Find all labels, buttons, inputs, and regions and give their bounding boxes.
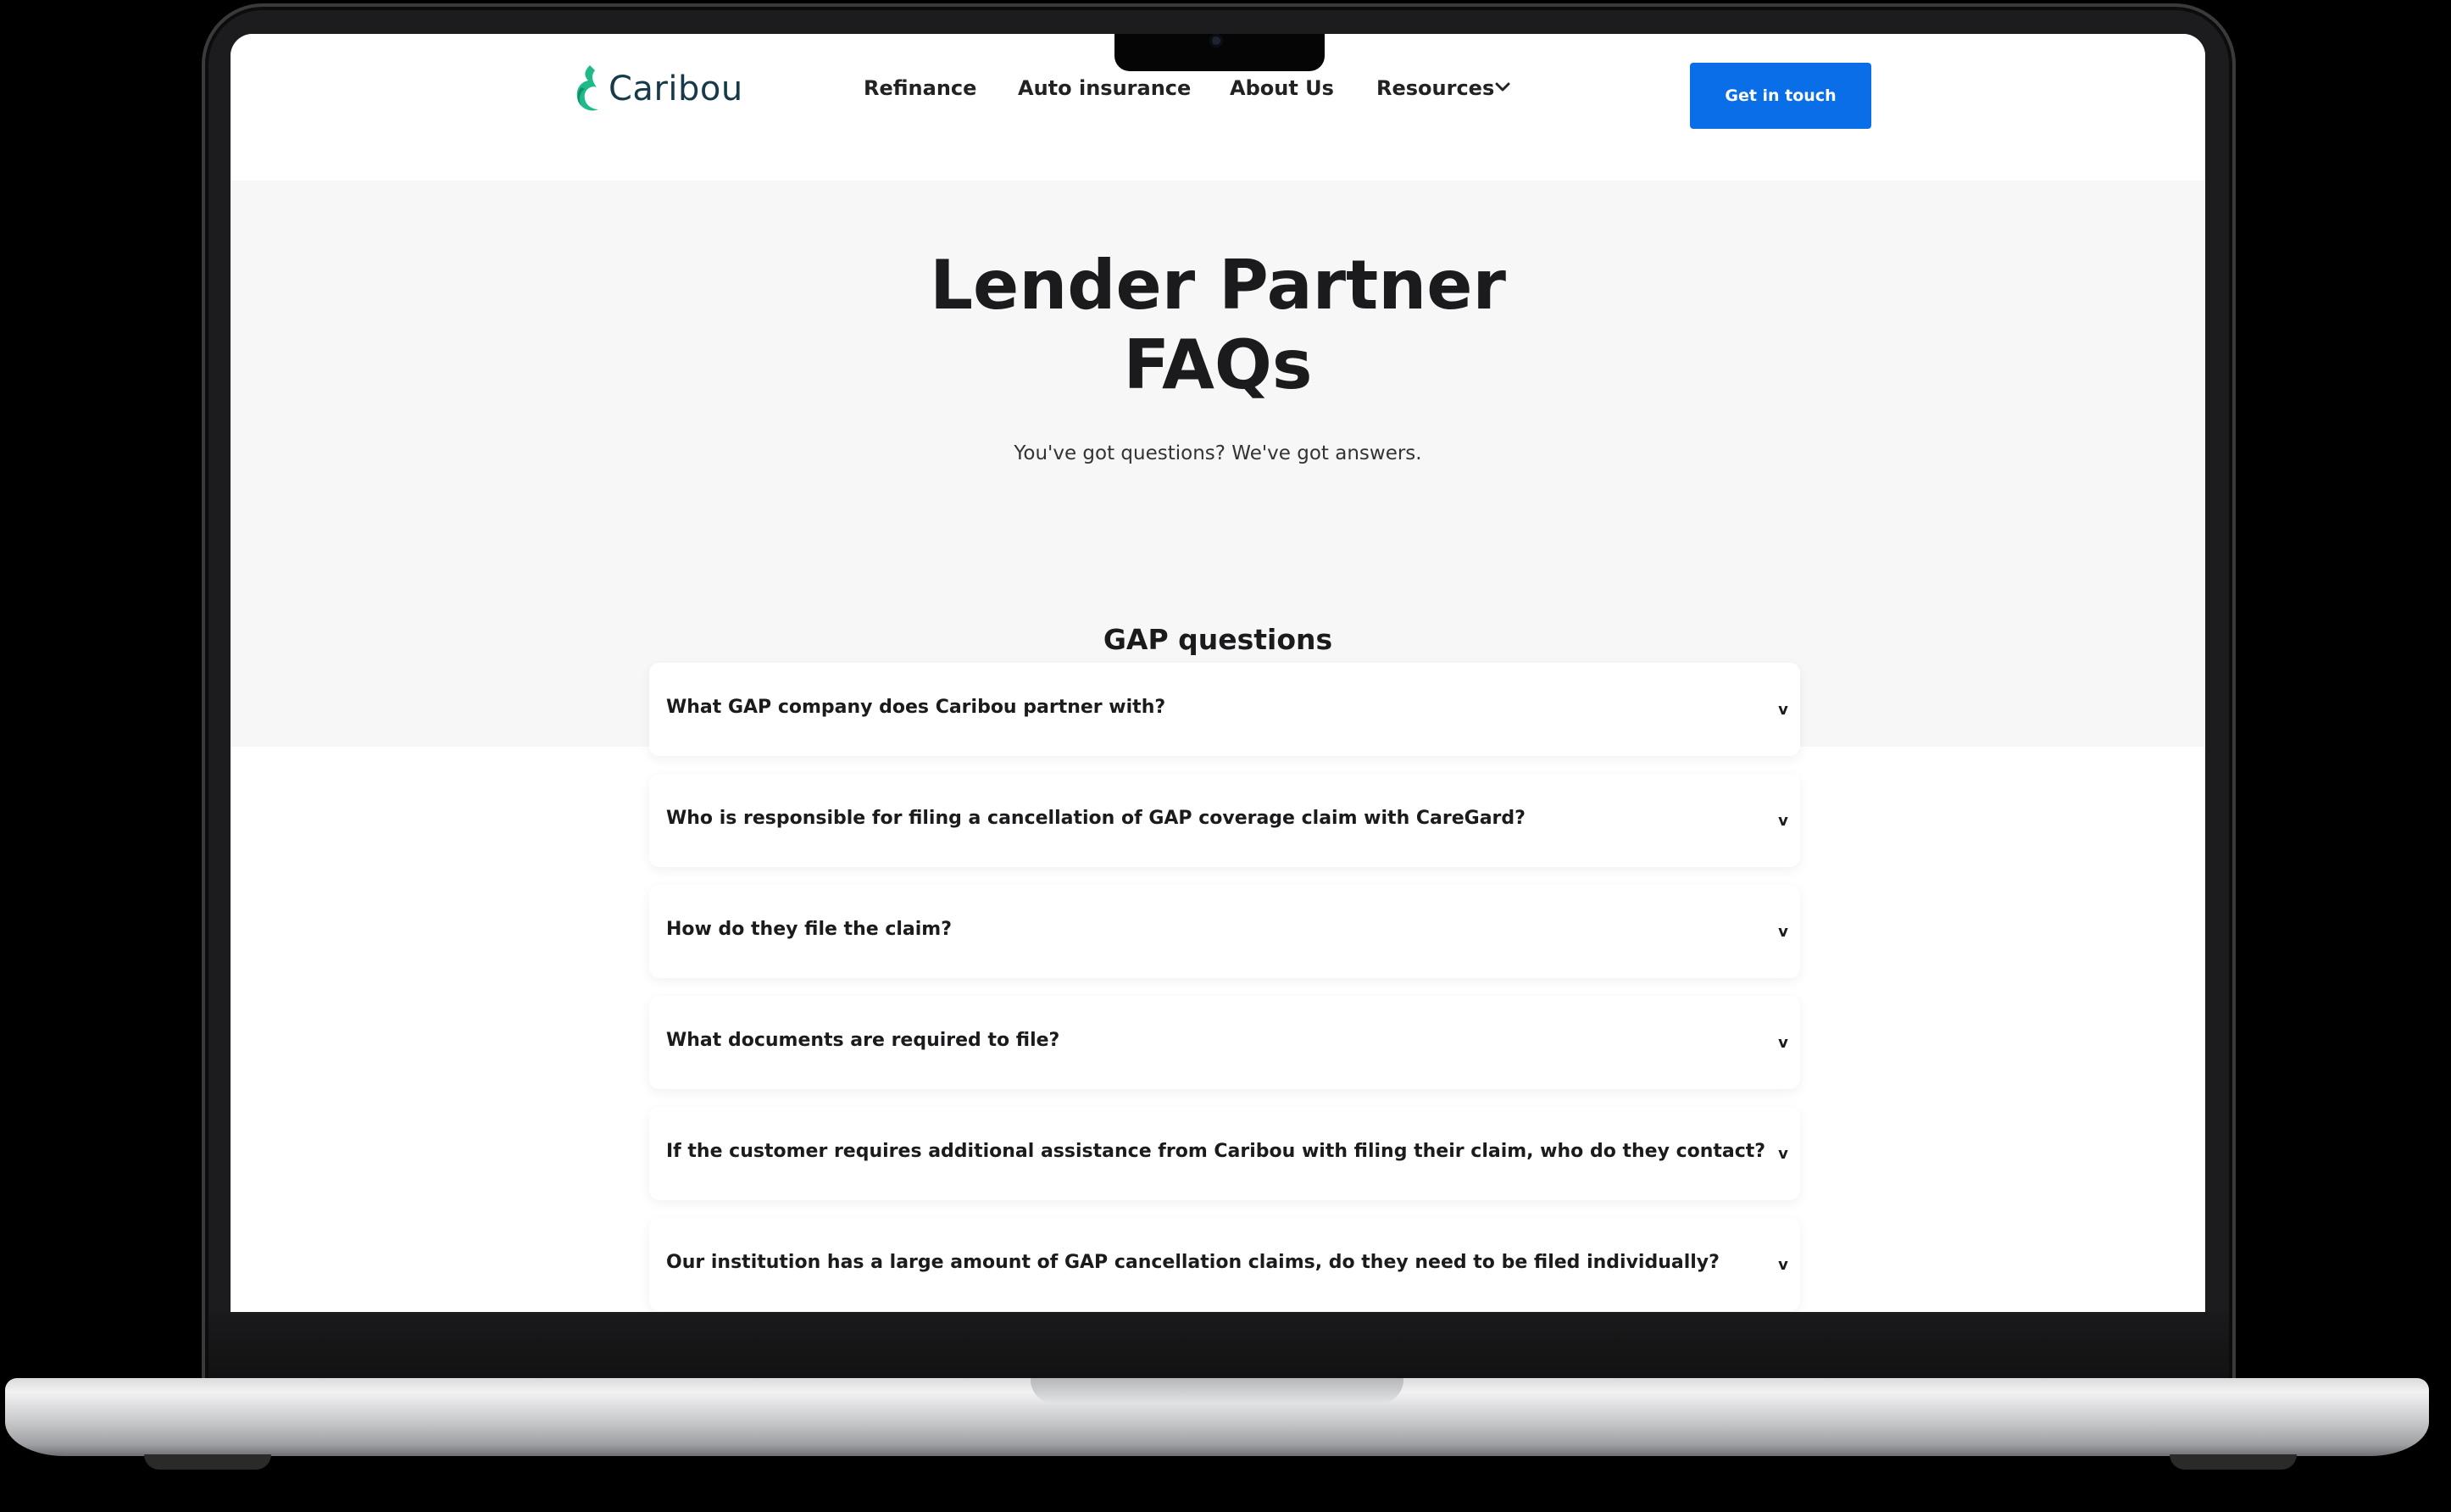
laptop-hinge-notch [1031,1378,1403,1404]
chevron-down-icon[interactable]: v [1776,703,1790,718]
faq-item[interactable]: What GAP company does Caribou partner wi… [649,663,1800,756]
laptop-bezel [208,1312,2229,1387]
chevron-down-icon[interactable]: v [1776,1258,1790,1273]
faq-question: What documents are required to file? [666,1030,1060,1051]
brand-name: Caribou [609,69,743,108]
faq-item[interactable]: If the customer requires additional assi… [649,1107,1800,1200]
nav-link-about-us[interactable]: About Us [1230,76,1334,100]
laptop-foot [144,1454,271,1470]
faq-item[interactable]: Who is responsible for filing a cancella… [649,774,1800,867]
chevron-down-icon[interactable]: v [1776,1147,1790,1162]
laptop-foot [2170,1454,2297,1470]
chevron-down-icon[interactable]: v [1776,925,1790,940]
page-title: Lender Partner FAQs [231,246,2205,405]
caribou-logo[interactable]: Caribou [570,59,743,119]
chevron-down-icon[interactable]: v [1776,1036,1790,1051]
get-in-touch-button[interactable]: Get in touch [1690,63,1871,129]
nav-link-resources[interactable]: Resources [1376,76,1494,100]
faq-question: How do they file the claim? [666,919,952,940]
page-title-line-2: FAQs [1123,325,1313,404]
faq-question: If the customer requires additional assi… [666,1141,1766,1162]
chevron-down-icon[interactable] [1493,78,1512,97]
page-title-line-1: Lender Partner [930,246,1506,325]
faq-item[interactable]: Our institution has a large amount of GA… [649,1218,1800,1311]
page-subtitle: You've got questions? We've got answers. [1014,442,1422,464]
browser-screen: Caribou Refinance Auto insurance About U… [231,34,2205,1312]
nav-link-auto-insurance[interactable]: Auto insurance [1018,76,1191,100]
faq-question: What GAP company does Caribou partner wi… [666,697,1166,718]
nav-link-refinance[interactable]: Refinance [864,76,976,100]
faq-question: Our institution has a large amount of GA… [666,1252,1720,1273]
faq-item[interactable]: How do they file the claim? v [649,885,1800,978]
caribou-logo-icon [576,65,598,111]
faq-section-title: GAP questions [1103,623,1333,657]
faq-item[interactable]: What documents are required to file? v [649,996,1800,1089]
faq-question: Who is responsible for filing a cancella… [666,808,1526,829]
webcam-icon [1209,34,1223,47]
chevron-down-icon[interactable]: v [1776,814,1790,829]
